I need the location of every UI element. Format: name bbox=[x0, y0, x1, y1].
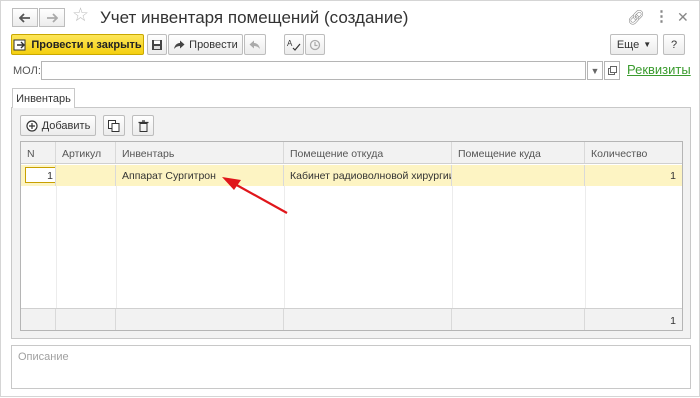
annotation-arrow bbox=[222, 177, 288, 214]
tab-inventory[interactable]: Инвентарь bbox=[12, 88, 75, 108]
description-field[interactable]: Описание bbox=[11, 345, 691, 389]
document-window: ☆ Учет инвентаря помещений (создание) 🔗︎… bbox=[0, 0, 700, 397]
